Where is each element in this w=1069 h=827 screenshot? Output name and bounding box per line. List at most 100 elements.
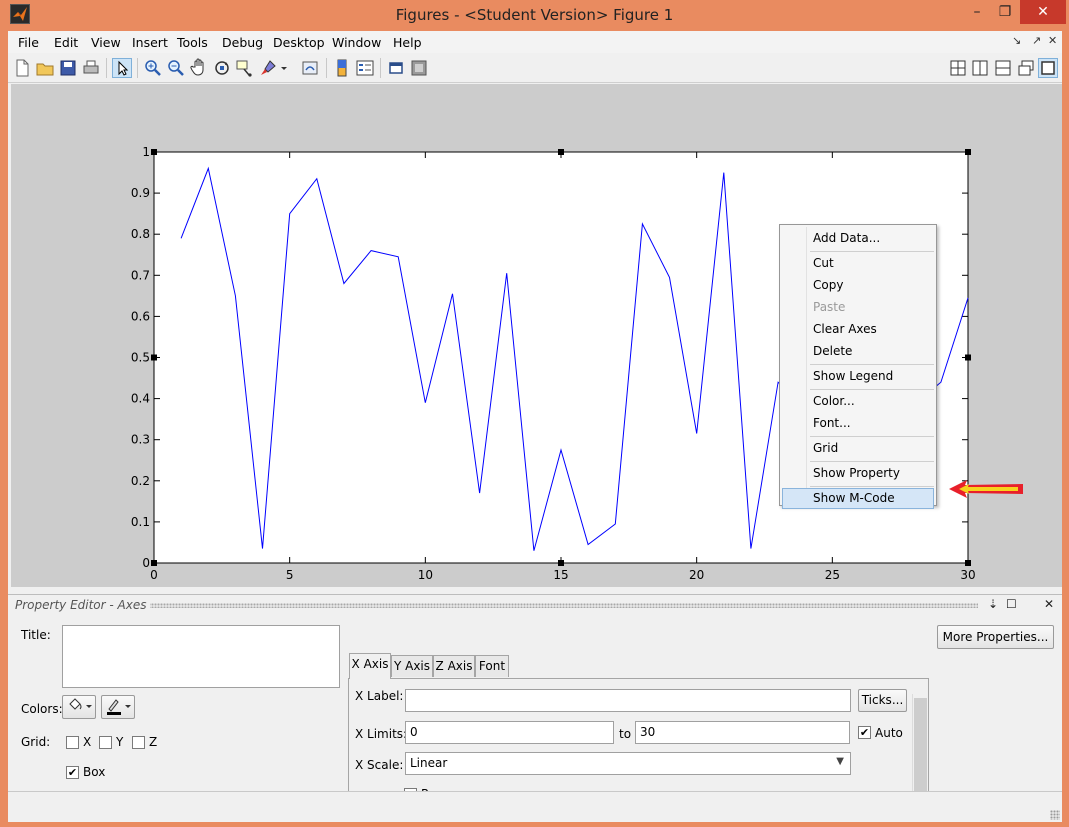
open-file-icon[interactable]: [35, 58, 55, 78]
face-color-button[interactable]: [62, 695, 96, 719]
grid-label: Grid:: [21, 735, 51, 749]
x-tick-label: 5: [286, 568, 294, 582]
hide-plot-tools-icon[interactable]: [386, 58, 406, 78]
maximize-icon[interactable]: [1038, 58, 1058, 78]
panel-minimize-icon[interactable]: ⇣: [988, 597, 998, 611]
context-menu-item-show-property-editor[interactable]: Show Property Editor: [782, 463, 934, 501]
y-tick-label: 0.1: [131, 515, 150, 529]
tile-grid-icon[interactable]: [948, 58, 968, 78]
grid-z-label: Z: [149, 735, 158, 749]
tab-font[interactable]: Font: [475, 655, 509, 677]
figure-canvas[interactable]: 0 5 10 15 20 25 30 0 0.1 0.2 0.3 0.4 0.5 0.6 0.7 0.8 0.9…: [11, 84, 1062, 587]
link-plot-icon[interactable]: [300, 58, 320, 78]
selection-handle[interactable]: [151, 149, 157, 155]
panel-close-icon[interactable]: ✕: [1044, 597, 1054, 611]
edge-color-button[interactable]: [101, 695, 135, 719]
property-editor-panel: Property Editor - Axes ⇣ ☐ ✕ Title: Colo…: [8, 594, 1062, 815]
tile-rows-icon[interactable]: [993, 58, 1013, 78]
context-menu-item-font[interactable]: Font...: [782, 413, 934, 434]
menu-file[interactable]: File: [18, 35, 39, 50]
resize-grip-icon[interactable]: [1050, 810, 1060, 820]
x-label-input[interactable]: [405, 689, 851, 712]
panel-drag-grip[interactable]: [148, 603, 978, 608]
menu-edit[interactable]: Edit: [54, 35, 78, 50]
tab-z-axis[interactable]: Z Axis: [433, 655, 475, 677]
menu-separator: [810, 389, 934, 390]
context-menu-item-grid[interactable]: Grid: [782, 438, 934, 459]
undock-icon[interactable]: ↗: [1032, 34, 1041, 47]
selection-handle[interactable]: [965, 354, 971, 361]
ticks-button[interactable]: Ticks...: [858, 689, 907, 712]
rotate-3d-icon[interactable]: [212, 58, 232, 78]
figure-window: File Edit View Insert Tools Debug Deskto…: [8, 31, 1062, 822]
dock-icon[interactable]: ↘: [1012, 34, 1021, 47]
menu-debug[interactable]: Debug: [222, 35, 263, 50]
minimize-button[interactable]: –: [960, 0, 994, 24]
brush-icon[interactable]: [258, 58, 278, 78]
context-menu-item-add-data[interactable]: Add Data...: [782, 228, 934, 249]
grid-z-checkbox[interactable]: [132, 736, 145, 749]
x-limit-max-input[interactable]: 30: [635, 721, 850, 744]
menu-insert[interactable]: Insert: [132, 35, 168, 50]
toolbar-separator: [106, 58, 107, 78]
box-checkbox[interactable]: ✔: [66, 766, 79, 779]
context-menu-item-show-legend[interactable]: Show Legend: [782, 366, 934, 387]
context-menu-item-delete[interactable]: Delete: [782, 341, 934, 362]
panel-maximize-icon[interactable]: ☐: [1006, 597, 1017, 611]
context-menu-item-cut[interactable]: Cut: [782, 253, 934, 274]
menu-view[interactable]: View: [91, 35, 121, 50]
menu-separator: [810, 364, 934, 365]
tile-columns-icon[interactable]: [970, 58, 990, 78]
menu-help[interactable]: Help: [393, 35, 422, 50]
x-scale-select[interactable]: Linear ▼: [405, 752, 851, 775]
print-icon[interactable]: [81, 58, 101, 78]
menu-desktop[interactable]: Desktop: [273, 35, 325, 50]
selection-handle[interactable]: [965, 149, 971, 155]
float-icon[interactable]: [1016, 58, 1036, 78]
context-menu-item-color[interactable]: Color...: [782, 391, 934, 412]
zoom-out-icon[interactable]: [166, 58, 186, 78]
context-menu-item-show-m-code[interactable]: Show M-Code: [782, 488, 934, 509]
zoom-in-icon[interactable]: [143, 58, 163, 78]
tab-y-axis[interactable]: Y Axis: [391, 655, 433, 677]
edit-plot-arrow-icon[interactable]: [112, 58, 132, 78]
colorbar-icon[interactable]: [332, 58, 352, 78]
to-label: to: [619, 727, 632, 741]
auto-checkbox[interactable]: ✔: [858, 726, 871, 739]
context-menu-item-copy[interactable]: Copy: [782, 275, 934, 296]
new-figure-icon[interactable]: [12, 58, 32, 78]
context-menu-item-clear-axes[interactable]: Clear Axes: [782, 319, 934, 340]
annotation-arrow-icon: [949, 480, 1023, 498]
save-icon[interactable]: [58, 58, 78, 78]
toolbar-separator: [326, 58, 327, 78]
menu-separator: [810, 251, 934, 252]
scrollbar-thumb[interactable]: [914, 698, 927, 793]
tab-x-axis[interactable]: X Axis: [349, 653, 391, 679]
maximize-button[interactable]: ❐: [994, 0, 1016, 24]
more-properties-button[interactable]: More Properties...: [937, 625, 1054, 649]
brush-dropdown-icon[interactable]: [279, 58, 289, 78]
data-cursor-icon[interactable]: [235, 58, 255, 78]
property-editor-title: Property Editor - Axes: [15, 598, 151, 612]
window-title: Figures - <Student Version> Figure 1: [395, 6, 674, 24]
axes-context-menu: Add Data... Cut Copy Paste Clear Axes Delete S…: [779, 224, 937, 509]
pan-hand-icon[interactable]: [189, 58, 209, 78]
selection-handle[interactable]: [151, 354, 157, 361]
menu-tools[interactable]: Tools: [177, 35, 208, 50]
selection-handle[interactable]: [965, 560, 971, 566]
selection-handle[interactable]: [558, 560, 564, 566]
title-bar: Figures - <Student Version> Figure 1 – ❐…: [0, 0, 1069, 31]
legend-icon[interactable]: [355, 58, 375, 78]
grid-y-checkbox[interactable]: [99, 736, 112, 749]
pen-color-icon: [107, 699, 131, 715]
grid-x-checkbox[interactable]: [66, 736, 79, 749]
show-plot-tools-icon[interactable]: [409, 58, 429, 78]
selection-handle[interactable]: [151, 560, 157, 566]
selection-handle[interactable]: [558, 149, 564, 155]
title-input[interactable]: [62, 625, 340, 688]
menu-window[interactable]: Window: [332, 35, 381, 50]
y-tick-label: 0.2: [131, 474, 150, 488]
close-figure-icon[interactable]: ✕: [1048, 34, 1057, 47]
close-button[interactable]: ✕: [1020, 0, 1066, 24]
x-limit-min-input[interactable]: 0: [405, 721, 614, 744]
